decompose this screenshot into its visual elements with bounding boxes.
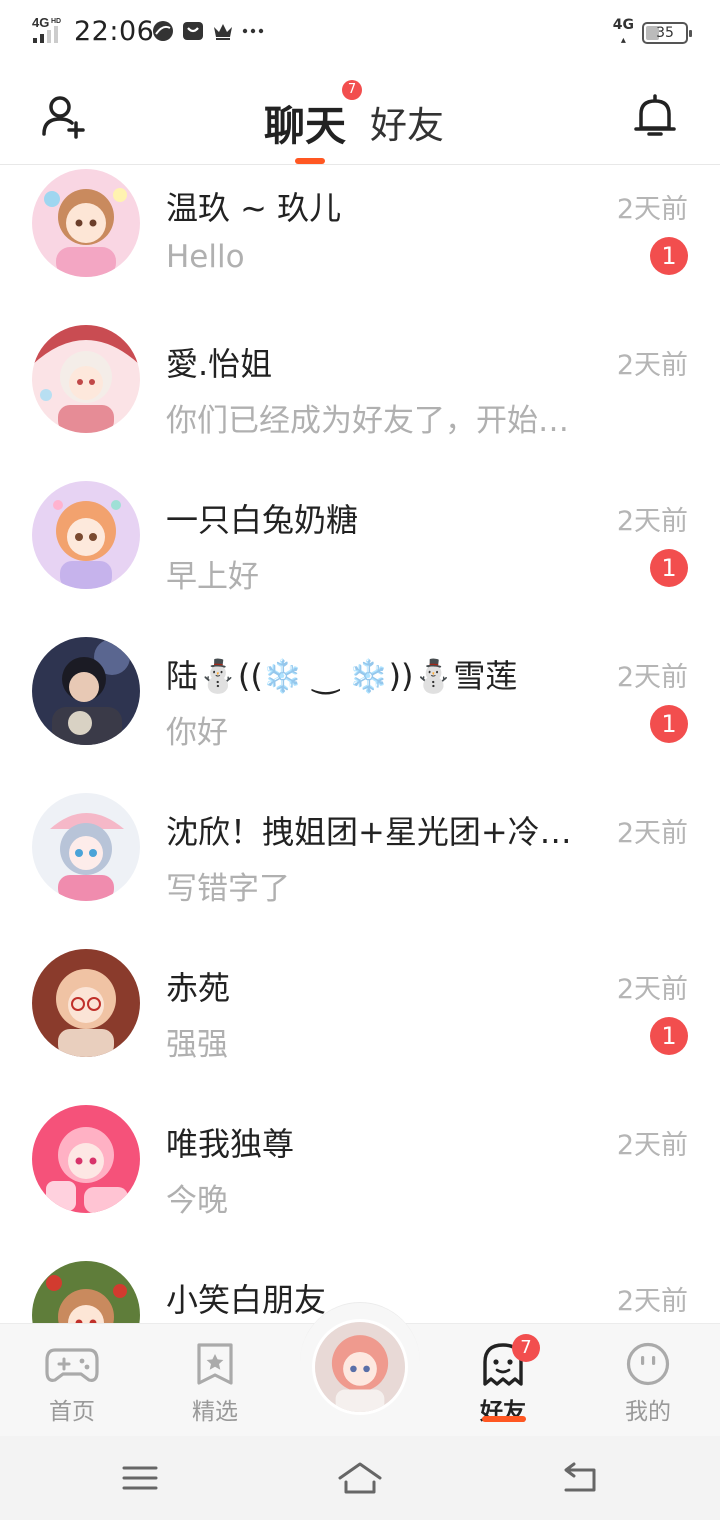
header: 聊天 7 好友	[0, 64, 720, 165]
avatar-image	[32, 481, 140, 589]
tab-featured-label: 精选	[192, 1399, 238, 1425]
tab-mine[interactable]: 我的	[588, 1324, 708, 1437]
avatar[interactable]	[32, 637, 140, 745]
chat-unread-badge: 7	[342, 80, 362, 100]
crown-icon	[214, 24, 232, 40]
chat-time: 2天前	[616, 194, 688, 225]
avatar-image	[32, 1105, 140, 1213]
battery-level: 35	[656, 25, 674, 41]
gamepad-icon	[45, 1348, 99, 1382]
tab-chat[interactable]: 聊天	[264, 92, 346, 152]
network-indicator: 4G ▴	[612, 17, 634, 46]
signal-icon: 4G HD	[32, 16, 61, 43]
battery-icon: 35	[642, 22, 692, 44]
chat-last-message: 早上好	[166, 559, 259, 595]
chat-row[interactable]: 陆⛄((❄️ ‿ ❄️))⛄雪莲 你好 2天前 1	[0, 633, 720, 789]
center-avatar-button[interactable]	[312, 1319, 408, 1415]
avatar[interactable]	[32, 325, 140, 433]
avatar-image	[32, 1261, 140, 1323]
tab-friends[interactable]: 好友	[370, 95, 444, 149]
chat-name: 愛.怡姐	[166, 345, 273, 383]
avatar[interactable]	[32, 481, 140, 589]
smiley-icon	[626, 1342, 670, 1386]
chat-name: 赤苑	[166, 969, 231, 1007]
chat-last-message: 写错字了	[166, 871, 290, 907]
unread-badge: 1	[650, 705, 688, 743]
svg-text:4G: 4G	[32, 16, 49, 30]
chat-row[interactable]: 愛.怡姐 你们已经成为好友了，开始聊天吧 2天前	[0, 321, 720, 477]
active-tab-indicator	[295, 158, 325, 164]
avatar-image	[315, 1322, 405, 1412]
chat-list[interactable]: 温玖 ~ 玖儿 Hello 2天前 1 愛.怡姐 你们已经成为好友了，开始聊天吧…	[0, 165, 720, 1323]
chat-name: 陆⛄((❄️ ‿ ❄️))⛄雪莲	[166, 657, 518, 695]
chat-last-message: 你好	[166, 715, 228, 751]
tab-mine-label: 我的	[625, 1399, 671, 1425]
tab-home[interactable]: 首页	[12, 1324, 132, 1437]
avatar[interactable]	[32, 949, 140, 1057]
home-icon[interactable]	[336, 1458, 384, 1498]
tab-featured[interactable]: 精选	[155, 1324, 275, 1437]
avatar-image	[32, 169, 140, 277]
chat-time: 2天前	[616, 506, 688, 537]
chat-last-message: 今晚	[166, 1183, 228, 1219]
chat-time: 2天前	[616, 662, 688, 693]
chat-time: 2天前	[616, 350, 688, 381]
browser-icon	[153, 21, 173, 41]
chat-time: 2天前	[616, 974, 688, 1005]
chat-last-message: 强强	[166, 1027, 228, 1063]
chat-row[interactable]: 赤苑 强强 2天前 1	[0, 945, 720, 1101]
avatar[interactable]	[32, 1261, 140, 1323]
svg-text:HD: HD	[51, 18, 61, 25]
chat-name: 沈欣！拽姐团+星光团+冷酷团	[166, 813, 596, 851]
chat-name: 温玖 ~ 玖儿	[166, 189, 342, 227]
chat-time: 2天前	[616, 1286, 688, 1317]
chat-row[interactable]: 唯我独尊 今晚 2天前	[0, 1101, 720, 1257]
avatar[interactable]	[32, 1105, 140, 1213]
system-navigation-bar	[0, 1436, 720, 1520]
chat-row[interactable]: 温玖 ~ 玖儿 Hello 2天前 1	[0, 165, 720, 321]
menu-icon[interactable]	[116, 1458, 164, 1498]
avatar[interactable]	[32, 793, 140, 901]
avatar-image	[32, 637, 140, 745]
clock: 22:06	[74, 16, 155, 47]
chat-last-message: Hello	[166, 239, 245, 275]
chat-last-message: 你们已经成为好友了，开始聊天吧	[166, 403, 591, 439]
avatar[interactable]	[32, 169, 140, 277]
avatar-image	[32, 949, 140, 1057]
chat-name: 唯我独尊	[166, 1125, 295, 1163]
unread-badge: 1	[650, 1017, 688, 1055]
chat-row[interactable]: 沈欣！拽姐团+星光团+冷酷团 写错字了 2天前	[0, 789, 720, 945]
friends-unread-badge: 7	[512, 1334, 540, 1362]
add-friend-icon[interactable]	[40, 92, 88, 140]
chat-time: 2天前	[616, 818, 688, 849]
chat-time: 2天前	[616, 1130, 688, 1161]
bookmark-star-icon	[197, 1343, 233, 1385]
avatar-image	[32, 325, 140, 433]
bottom-tab-bar: 首页 精选 好友 7 我的	[0, 1302, 720, 1437]
active-tab-indicator	[482, 1416, 526, 1422]
message-icon	[183, 22, 203, 40]
back-icon[interactable]	[556, 1458, 604, 1498]
tab-home-label: 首页	[49, 1399, 95, 1425]
chat-name: 一只白兔奶糖	[166, 501, 359, 539]
avatar-image	[32, 793, 140, 901]
more-icon	[242, 28, 264, 34]
unread-badge: 1	[650, 549, 688, 587]
bell-icon[interactable]	[632, 92, 678, 140]
unread-badge: 1	[650, 237, 688, 275]
chat-row[interactable]: 一只白兔奶糖 早上好 2天前 1	[0, 477, 720, 633]
status-bar: 4G HD 22:06 4G ▴ 35	[0, 0, 720, 64]
